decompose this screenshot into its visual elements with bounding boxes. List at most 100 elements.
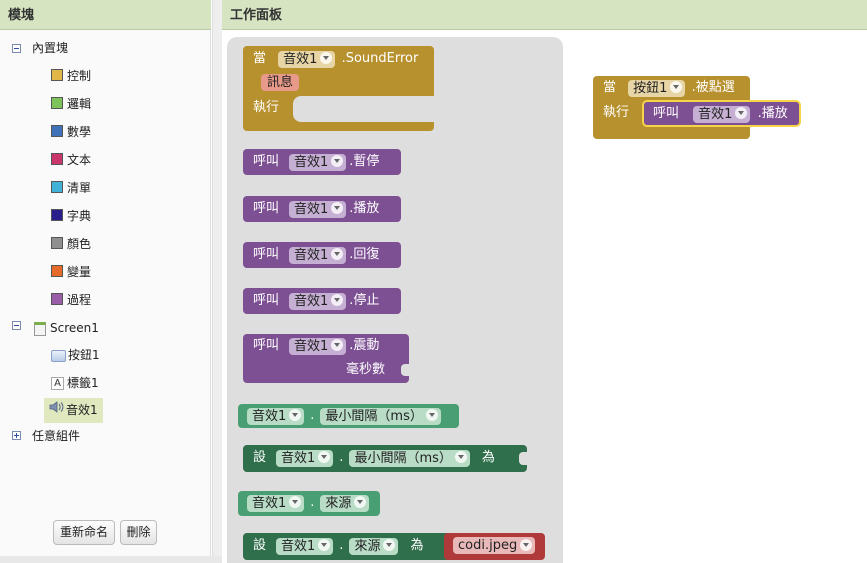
- lists-swatch-icon: [51, 181, 63, 193]
- chevron-down-icon: [331, 339, 344, 351]
- method-name: .回復: [349, 247, 380, 262]
- set-source-block[interactable]: 設音效1. 來源 為: [243, 533, 451, 560]
- call-pause-block[interactable]: 呼叫 音效1 .暫停: [243, 149, 401, 175]
- tree-screen1[interactable]: Screen1: [34, 317, 99, 339]
- tree-item-label: 音效1: [66, 403, 98, 417]
- component-dropdown[interactable]: 音效1: [289, 200, 347, 218]
- dropdown-value: codi.jpeg: [458, 538, 518, 553]
- tree-item-label: 顏色: [67, 237, 92, 251]
- call-play-block[interactable]: 呼叫 音效1 .播放: [243, 196, 401, 222]
- dropdown-value: 來源: [354, 538, 381, 554]
- property-dropdown[interactable]: 最小間隔（ms）: [349, 449, 470, 467]
- component-dropdown[interactable]: 音效1: [247, 494, 305, 512]
- property-dropdown[interactable]: 來源: [320, 494, 370, 512]
- component-dropdown[interactable]: 音效1: [276, 449, 334, 467]
- chevron-down-icon: [331, 155, 344, 167]
- method-name: .震動: [349, 338, 380, 353]
- tree-any-component[interactable]: 任意組件: [32, 425, 80, 447]
- call-vibrate-block[interactable]: 呼叫 音效1 .震動 毫秒數: [243, 334, 409, 383]
- tree-item-sound1[interactable]: 音效1: [44, 398, 103, 423]
- bottom-strip: [0, 556, 222, 563]
- tree-item-control[interactable]: 控制: [51, 65, 91, 87]
- tree-item-text[interactable]: 文本: [51, 149, 91, 171]
- get-source-block[interactable]: 音效1. 來源: [238, 491, 380, 516]
- label-icon: A: [51, 377, 64, 390]
- tree-item-dictionary[interactable]: 字典: [51, 205, 91, 227]
- input-socket[interactable]: [401, 364, 409, 376]
- dropdown-value: 音效1: [252, 495, 287, 511]
- chevron-down-icon: [331, 294, 344, 306]
- call-label: 呼叫: [653, 106, 680, 121]
- tree-item-variables[interactable]: 變量: [51, 261, 91, 283]
- dictionary-swatch-icon: [51, 209, 63, 221]
- call-resume-block[interactable]: 呼叫 音效1 .回復: [243, 242, 401, 268]
- tree-item-logic[interactable]: 邏輯: [51, 93, 91, 115]
- math-swatch-icon: [51, 125, 63, 137]
- component-dropdown[interactable]: 音效1: [289, 292, 347, 310]
- tree-item-math[interactable]: 數學: [51, 121, 91, 143]
- tree-builtin[interactable]: 內置塊: [32, 37, 68, 59]
- call-stop-block[interactable]: 呼叫 音效1 .停止: [243, 288, 401, 314]
- when-label: 當: [253, 51, 267, 66]
- text-value-dropdown[interactable]: codi.jpeg: [453, 537, 536, 554]
- component-dropdown[interactable]: 音效1: [693, 105, 751, 123]
- call-label: 呼叫: [253, 201, 280, 216]
- input-socket[interactable]: [519, 452, 527, 465]
- dropdown-value: 最小間隔（ms）: [325, 408, 423, 424]
- sound-error-event-block[interactable]: 當 音效1 .SoundError 訊息 執行: [243, 46, 434, 131]
- tree-screen1-label: Screen1: [50, 321, 99, 335]
- chevron-down-icon: [520, 538, 533, 551]
- chevron-down-icon: [383, 539, 396, 551]
- param-message[interactable]: 訊息: [261, 74, 300, 91]
- call-play-block-selected[interactable]: 呼叫 音效1 .播放: [642, 100, 801, 127]
- logic-swatch-icon: [51, 97, 63, 109]
- method-name: .停止: [349, 293, 380, 308]
- collapse-builtin-toggle[interactable]: [12, 44, 21, 53]
- do-slot[interactable]: [293, 96, 434, 122]
- panel-splitter[interactable]: [212, 0, 222, 563]
- rename-button[interactable]: 重新命名: [53, 520, 115, 545]
- get-min-interval-block[interactable]: 音效1. 最小間隔（ms）: [238, 404, 459, 428]
- call-label: 呼叫: [253, 247, 280, 262]
- dot-label: .: [339, 450, 344, 465]
- chevron-down-icon: [289, 496, 302, 508]
- button-icon: [51, 349, 66, 362]
- chevron-down-icon: [318, 539, 331, 551]
- event-name: .被點選: [691, 80, 735, 95]
- set-min-interval-block[interactable]: 設音效1. 最小間隔（ms） 為: [243, 445, 527, 472]
- dropdown-value: 按鈕1: [633, 80, 668, 96]
- component-dropdown[interactable]: 音效1: [278, 50, 336, 68]
- expand-any-component-toggle[interactable]: [12, 431, 21, 440]
- tree-item-button1[interactable]: 按鈕1: [51, 344, 100, 366]
- workspace-panel-title: 工作面板: [222, 0, 867, 30]
- sound-icon: [49, 398, 65, 423]
- chevron-down-icon: [289, 409, 302, 421]
- method-name: .播放: [757, 106, 788, 121]
- component-dropdown[interactable]: 音效1: [276, 537, 334, 555]
- tree-item-colors[interactable]: 顏色: [51, 233, 91, 255]
- tree-item-lists[interactable]: 清單: [51, 177, 91, 199]
- dropdown-value: 最小間隔（ms）: [354, 450, 452, 466]
- component-dropdown[interactable]: 音效1: [247, 407, 305, 425]
- tree-item-procedures[interactable]: 過程: [51, 289, 91, 311]
- dropdown-value: 音效1: [283, 51, 318, 67]
- property-dropdown[interactable]: 來源: [349, 537, 399, 555]
- chevron-down-icon: [454, 451, 467, 463]
- call-label: 呼叫: [253, 154, 280, 169]
- control-swatch-icon: [51, 69, 63, 81]
- component-dropdown[interactable]: 按鈕1: [628, 79, 686, 97]
- tree-item-label: 數學: [67, 125, 92, 139]
- component-dropdown[interactable]: 音效1: [289, 337, 347, 355]
- property-dropdown[interactable]: 最小間隔（ms）: [320, 407, 441, 425]
- tree-item-label1[interactable]: A 標籤1: [51, 372, 99, 394]
- tree-item-label: 標籤1: [67, 376, 99, 390]
- tree-item-label: 控制: [67, 69, 92, 83]
- tree-item-label: 變量: [67, 265, 92, 279]
- component-dropdown[interactable]: 音效1: [289, 153, 347, 171]
- collapse-screen-toggle[interactable]: [12, 321, 21, 330]
- component-dropdown[interactable]: 音效1: [289, 246, 347, 264]
- chevron-down-icon: [425, 409, 438, 421]
- delete-button[interactable]: 刪除: [120, 520, 157, 545]
- dropdown-value: 音效1: [252, 408, 287, 424]
- text-value-block[interactable]: codi.jpeg: [444, 533, 545, 560]
